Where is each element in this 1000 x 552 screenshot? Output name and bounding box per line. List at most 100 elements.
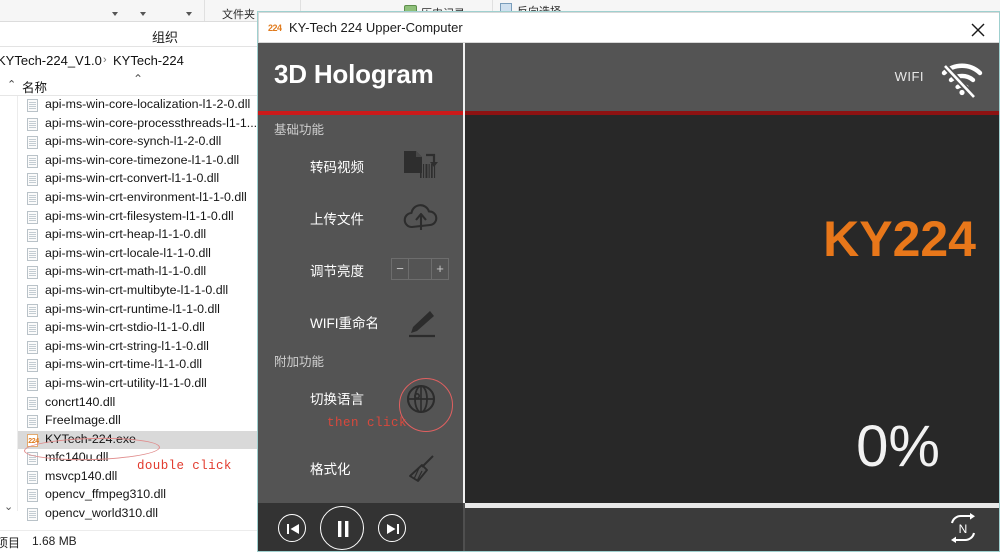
dll-file-icon	[27, 359, 38, 373]
nav-scroll-arrow-icon[interactable]: ⌄	[4, 500, 13, 513]
prev-track-button[interactable]	[278, 514, 306, 542]
file-name-label: api-ms-win-core-processthreads-l1-1...	[45, 115, 258, 130]
file-list-item[interactable]: api-ms-win-crt-multibyte-l1-1-0.dll	[18, 282, 262, 301]
app-brand-title: 3D Hologram	[274, 59, 434, 89]
file-list-item[interactable]: api-ms-win-crt-locale-l1-1-0.dll	[18, 245, 262, 264]
menu-item-upload-file[interactable]: 上传文件	[258, 193, 463, 245]
file-list-item[interactable]: api-ms-win-crt-stdio-l1-1-0.dll	[18, 319, 262, 338]
pause-button[interactable]	[320, 506, 364, 550]
file-list-item[interactable]: opencv_world310.dll	[18, 505, 262, 524]
dll-file-icon	[27, 489, 38, 503]
menu-item-wifi-rename[interactable]: WIFI重命名	[258, 297, 463, 349]
file-list-item[interactable]: api-ms-win-crt-math-l1-1-0.dll	[18, 263, 262, 282]
ribbon-caret-2-icon[interactable]	[140, 12, 146, 16]
brightness-increase-button[interactable]: +	[432, 259, 448, 279]
ribbon-item-folder[interactable]: 文件夹	[222, 6, 255, 21]
file-list-item[interactable]: api-ms-win-crt-utility-l1-1-0.dll	[18, 375, 262, 394]
menu-label-format: 格式化	[310, 462, 351, 477]
app-main-panel: WIFI KY224 0%	[465, 43, 1000, 503]
brightness-decrease-button[interactable]: −	[392, 259, 408, 279]
status-items-count: 项目	[0, 536, 21, 550]
annotation-then-click-label: then click	[327, 416, 408, 430]
dll-file-icon	[27, 136, 38, 150]
status-bar: 项目 1.68 MB	[0, 530, 262, 552]
breadcrumb-part-root[interactable]: KYTech-224_V1.0	[0, 53, 102, 68]
wifi-off-icon[interactable]	[936, 59, 988, 100]
dll-file-icon	[27, 415, 38, 429]
dll-file-icon	[27, 266, 38, 280]
file-name-label: msvcp140.dll	[45, 468, 118, 483]
transport-controls-bar	[258, 503, 463, 552]
cloud-upload-icon	[400, 199, 442, 239]
breadcrumb-separator: ›	[103, 54, 107, 66]
menu-label-wifi-rename: WIFI重命名	[310, 316, 379, 331]
brightness-value	[408, 259, 432, 279]
file-list-item[interactable]: api-ms-win-core-synch-l1-2-0.dll	[18, 133, 262, 152]
file-name-label: api-ms-win-crt-locale-l1-1-0.dll	[45, 245, 211, 260]
dll-file-icon	[27, 117, 38, 131]
dll-file-icon	[27, 173, 38, 187]
dll-file-icon	[27, 322, 38, 336]
breadcrumb[interactable]: KYTech-224_V1.0 › KYTech-224	[0, 52, 262, 72]
file-list-item[interactable]: api-ms-win-crt-environment-l1-1-0.dll	[18, 189, 262, 208]
file-list-item[interactable]: api-ms-win-core-localization-l1-2-0.dll	[18, 96, 262, 115]
file-list-item[interactable]: api-ms-win-core-processthreads-l1-1...	[18, 115, 262, 134]
sort-chevron-icon[interactable]: ⌃	[133, 72, 143, 86]
menu-item-transcode-video[interactable]: 转码视频	[258, 141, 463, 193]
menu-label-upload-file: 上传文件	[310, 212, 364, 227]
file-list-item[interactable]: api-ms-win-crt-filesystem-l1-1-0.dll	[18, 208, 262, 227]
dll-file-icon	[27, 470, 38, 484]
dll-file-icon	[27, 396, 38, 410]
app-body: 3D Hologram 基础功能 转码视频 上传文件 调节亮度 − + WIFI…	[258, 43, 1000, 552]
close-icon[interactable]	[955, 13, 999, 42]
menu-item-adjust-brightness[interactable]: 调节亮度 − +	[258, 245, 463, 297]
file-name-label: api-ms-win-crt-environment-l1-1-0.dll	[45, 189, 247, 204]
dll-file-icon	[27, 99, 38, 112]
file-name-label: api-ms-win-crt-convert-l1-1-0.dll	[45, 171, 220, 186]
wifi-label: WIFI	[894, 69, 924, 84]
file-list-item[interactable]: api-ms-win-crt-convert-l1-1-0.dll	[18, 170, 262, 189]
column-header-name[interactable]: 名称	[22, 77, 47, 96]
file-list-item[interactable]: api-ms-win-crt-heap-l1-1-0.dll	[18, 226, 262, 245]
dll-file-icon	[27, 247, 38, 261]
playback-progress-bar[interactable]: N	[465, 503, 1000, 552]
dll-file-icon	[27, 229, 38, 243]
menu-item-format[interactable]: 格式化	[258, 443, 463, 495]
file-list-item[interactable]: api-ms-win-core-timezone-l1-1-0.dll	[18, 152, 262, 171]
file-name-label: api-ms-win-crt-utility-l1-1-0.dll	[45, 375, 207, 390]
file-name-label: api-ms-win-crt-string-l1-1-0.dll	[45, 338, 209, 353]
file-list-item[interactable]: api-ms-win-crt-time-l1-1-0.dll	[18, 356, 262, 375]
dll-file-icon	[27, 303, 38, 317]
annotation-circle-language	[399, 378, 453, 432]
file-list-item[interactable]: opencv_ffmpeg310.dll	[18, 486, 262, 505]
transcode-video-icon	[400, 147, 442, 187]
file-name-label: FreeImage.dll	[45, 413, 121, 428]
file-name-label: api-ms-win-crt-time-l1-1-0.dll	[45, 357, 202, 372]
file-name-label: opencv_world310.dll	[45, 506, 158, 521]
ribbon-caret-1-icon[interactable]	[112, 12, 118, 16]
progress-track[interactable]	[465, 503, 1000, 508]
ribbon-divider-1	[204, 0, 205, 21]
file-name-label: api-ms-win-core-localization-l1-2-0.dll	[45, 97, 251, 111]
file-name-label: api-ms-win-crt-multibyte-l1-1-0.dll	[45, 282, 229, 297]
file-list-item[interactable]: concrt140.dll	[18, 394, 262, 413]
app-sidebar: 3D Hologram 基础功能 转码视频 上传文件 调节亮度 − + WIFI…	[258, 43, 463, 552]
breadcrumb-part-current[interactable]: KYTech-224	[113, 53, 184, 68]
app-titlebar[interactable]: 224 KY-Tech 224 Upper-Computer	[258, 12, 1000, 43]
brightness-stepper[interactable]: − +	[391, 258, 449, 280]
ribbon-caret-3-icon[interactable]	[186, 12, 192, 16]
next-track-button[interactable]	[378, 514, 406, 542]
broom-icon	[400, 449, 442, 489]
file-list-item[interactable]: FreeImage.dll	[18, 412, 262, 431]
annotation-double-click-label: double click	[137, 459, 232, 473]
repeat-n-button[interactable]: N	[946, 512, 980, 544]
screen-root: 组织 KYTech-224_V1.0 › KYTech-224 ⌃ 名称 ⌃ ⌄…	[0, 0, 1000, 552]
app-window-left-edge	[257, 12, 258, 552]
status-total-size: 1.68 MB	[32, 534, 77, 548]
dll-file-icon	[27, 377, 38, 391]
file-list-item[interactable]: api-ms-win-crt-string-l1-1-0.dll	[18, 338, 262, 357]
file-name-label: api-ms-win-crt-math-l1-1-0.dll	[45, 264, 207, 279]
section-title-basic: 基础功能	[274, 123, 325, 137]
device-preview-screen: KY224 0%	[465, 115, 1000, 503]
file-list-item[interactable]: api-ms-win-crt-runtime-l1-1-0.dll	[18, 301, 262, 320]
